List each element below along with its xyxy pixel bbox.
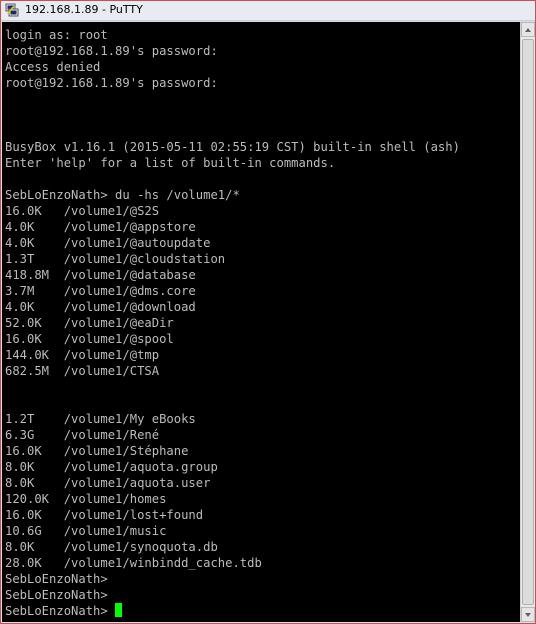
terminal-line: Enter 'help' for a list of built-in comm… bbox=[5, 156, 336, 170]
terminal-line: BusyBox v1.16.1 (2015-05-11 02:55:19 CST… bbox=[5, 140, 460, 154]
terminal-line: 4.0K /volume1/@autoupdate bbox=[5, 236, 211, 250]
terminal-line: 4.0K /volume1/@download bbox=[5, 300, 196, 314]
title-bar[interactable]: 192.168.1.89 - PuTTY bbox=[1, 1, 535, 21]
window-title: 192.168.1.89 - PuTTY bbox=[25, 3, 143, 16]
terminal-line: SebLoEnzoNath> bbox=[5, 588, 108, 602]
terminal-line: 144.0K /volume1/@tmp bbox=[5, 348, 160, 362]
terminal-line: root@192.168.1.89's password: bbox=[5, 76, 218, 90]
terminal-line: 16.0K /volume1/@S2S bbox=[5, 204, 160, 218]
terminal-line: SebLoEnzoNath> bbox=[5, 603, 460, 619]
putty-icon[interactable] bbox=[5, 3, 19, 17]
scrollbar-thumb[interactable] bbox=[522, 39, 534, 605]
terminal-line: 8.0K /volume1/aquota.group bbox=[5, 460, 218, 474]
terminal-line: root@192.168.1.89's password: bbox=[5, 44, 218, 58]
putty-window: 192.168.1.89 - PuTTY login as: root root@… bbox=[0, 0, 536, 624]
terminal-line: 682.5M /volume1/CTSA bbox=[5, 364, 160, 378]
terminal-line: 6.3G /volume1/René bbox=[5, 428, 160, 442]
terminal-line: 10.6G /volume1/music bbox=[5, 524, 167, 538]
terminal-cursor bbox=[115, 603, 123, 617]
terminal-line: SebLoEnzoNath> bbox=[5, 572, 108, 586]
scroll-down-arrow-icon[interactable] bbox=[521, 607, 535, 622]
terminal-output: login as: root root@192.168.1.89's passwo… bbox=[5, 27, 460, 619]
scroll-up-arrow-icon[interactable] bbox=[521, 22, 535, 37]
terminal-line: 16.0K /volume1/lost+found bbox=[5, 508, 204, 522]
terminal-line: 8.0K /volume1/aquota.user bbox=[5, 476, 211, 490]
terminal-line: 52.0K /volume1/@eaDir bbox=[5, 316, 174, 330]
terminal-line: 16.0K /volume1/@spool bbox=[5, 332, 174, 346]
terminal-line: SebLoEnzoNath> du -hs /volume1/* bbox=[5, 188, 240, 202]
terminal-line: Access denied bbox=[5, 60, 101, 74]
terminal-line: 418.8M /volume1/@database bbox=[5, 268, 196, 282]
terminal-line: 1.3T /volume1/@cloudstation bbox=[5, 252, 226, 266]
terminal-line: 4.0K /volume1/@appstore bbox=[5, 220, 196, 234]
terminal-line: 28.0K /volume1/winbindd_cache.tdb bbox=[5, 556, 262, 570]
terminal-line: login as: root bbox=[5, 28, 108, 42]
terminal-line: 1.2T /volume1/My eBooks bbox=[5, 412, 196, 426]
terminal-area[interactable]: login as: root root@192.168.1.89's passwo… bbox=[2, 22, 520, 622]
terminal-line: 8.0K /volume1/synoquota.db bbox=[5, 540, 218, 554]
vertical-scrollbar[interactable] bbox=[520, 22, 535, 622]
terminal-line: 16.0K /volume1/Stéphane bbox=[5, 444, 189, 458]
terminal-line: 3.7M /volume1/@dms.core bbox=[5, 284, 196, 298]
terminal-line: 120.0K /volume1/homes bbox=[5, 492, 167, 506]
